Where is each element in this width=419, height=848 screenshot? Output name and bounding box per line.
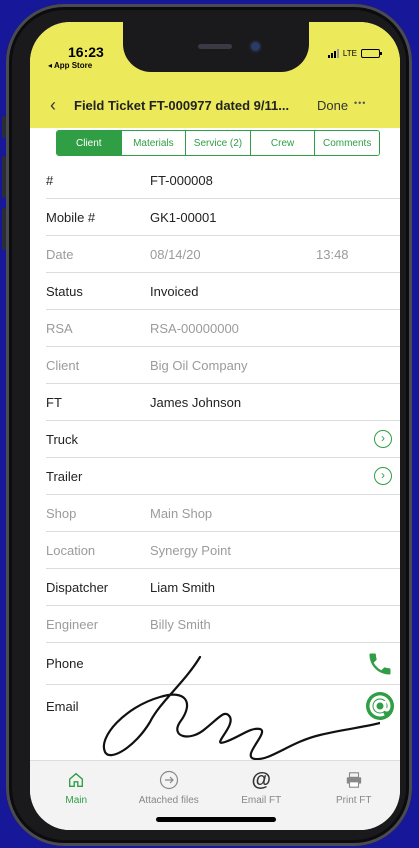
client-label: Client [46,357,80,373]
network-label: LTE [342,49,357,58]
print-ft-label: Print FT [335,795,372,806]
phone-row: Phone [46,643,400,685]
shop-label: Shop [46,505,77,521]
tab-materials[interactable]: Materials [120,131,186,155]
trailer-label: Trailer [46,468,83,484]
ft-label: FT [46,394,62,410]
trailer-row[interactable]: Trailer › [46,458,400,495]
at-icon[interactable] [365,691,395,721]
number-label: # [46,172,54,188]
location-value: Synergy Point [150,542,231,558]
location-label: Location [46,542,96,558]
speaker-grille [198,44,232,49]
main-tab-button[interactable]: Main [30,761,123,830]
navigation-bar: ‹ Field Ticket FT-000977 dated 9/11... D… [30,92,400,118]
truck-label: Truck [46,431,79,447]
ft-value: James Johnson [150,394,242,410]
status-time: 16:23 [68,44,104,60]
tab-service[interactable]: Service (2) [185,131,250,155]
attached-files-label: Attached files [138,795,199,806]
dispatcher-row[interactable]: Dispatcher Liam Smith [46,569,400,606]
mobile-label: Mobile # [46,209,96,225]
back-to-app-link[interactable]: ◂ App Store [48,61,92,70]
tab-comments[interactable]: Comments [314,131,379,155]
ft-row[interactable]: FT James Johnson [46,384,400,421]
at-icon: @ [251,768,271,791]
phone-icon[interactable] [366,650,394,678]
status-indicators: LTE [327,49,382,58]
more-options-icon[interactable]: ••• [354,98,366,108]
chevron-left-icon[interactable]: ‹ [50,92,56,118]
volume-up-button [2,156,6,198]
chevron-right-icon[interactable]: › [374,430,392,448]
email-label: Email [46,698,79,714]
chevron-right-icon[interactable]: › [374,467,392,485]
rsa-value: RSA-00000000 [150,320,239,336]
engineer-value: Billy Smith [150,616,211,632]
tab-client[interactable]: Client [57,131,121,155]
number-row: # FT-000008 [46,162,400,199]
status-label: Status [46,283,83,299]
engineer-row: Engineer Billy Smith [46,606,400,643]
mobile-value: GK1-00001 [150,209,217,225]
print-ft-button[interactable]: Print FT [308,761,401,830]
date-value: 08/14/20 [150,246,201,262]
arrow-circle-icon [159,769,179,791]
time-value: 13:48 [316,246,349,262]
dispatcher-value: Liam Smith [150,579,216,595]
rsa-label: RSA [46,320,73,336]
shop-row: Shop Main Shop [46,495,400,532]
location-row: Location Synergy Point [46,532,400,569]
battery-icon [361,49,382,58]
email-row: Email [46,685,400,727]
tab-crew[interactable]: Crew [249,131,315,155]
rsa-row: RSA RSA-00000000 [46,310,400,347]
page-title: Field Ticket FT-000977 dated 9/11... [74,98,290,113]
printer-icon [345,769,363,791]
shop-value: Main Shop [150,505,213,521]
phone-frame: 16:23 ◂ App Store LTE ‹ Field Ticket FT-… [2,4,412,846]
phone-label: Phone [46,656,84,671]
home-indicator[interactable] [156,817,276,822]
main-tab-label: Main [65,795,88,806]
client-form: # FT-000008 Mobile # GK1-00001 Date 08/1… [30,162,400,727]
number-value: FT-000008 [150,172,213,188]
camera-icon [251,42,260,51]
tab-bar: Client Materials Service (2) Crew Commen… [56,130,380,156]
mobile-row[interactable]: Mobile # GK1-00001 [46,199,400,236]
done-button[interactable]: Done [317,98,348,113]
date-label: Date [46,246,74,262]
client-value: Big Oil Company [150,357,248,373]
engineer-label: Engineer [46,616,99,632]
mute-switch [2,116,6,138]
date-row: Date 08/14/20 13:48 [46,236,400,273]
status-value: Invoiced [150,283,199,299]
signal-icon [327,49,339,58]
email-ft-label: Email FT [241,795,282,806]
volume-down-button [2,208,6,250]
truck-row[interactable]: Truck › [46,421,400,458]
home-icon [67,769,85,791]
phone-screen: 16:23 ◂ App Store LTE ‹ Field Ticket FT-… [30,22,400,830]
dispatcher-label: Dispatcher [46,579,109,595]
client-row: Client Big Oil Company [46,347,400,384]
notch [123,22,309,72]
status-row[interactable]: Status Invoiced [46,273,400,310]
